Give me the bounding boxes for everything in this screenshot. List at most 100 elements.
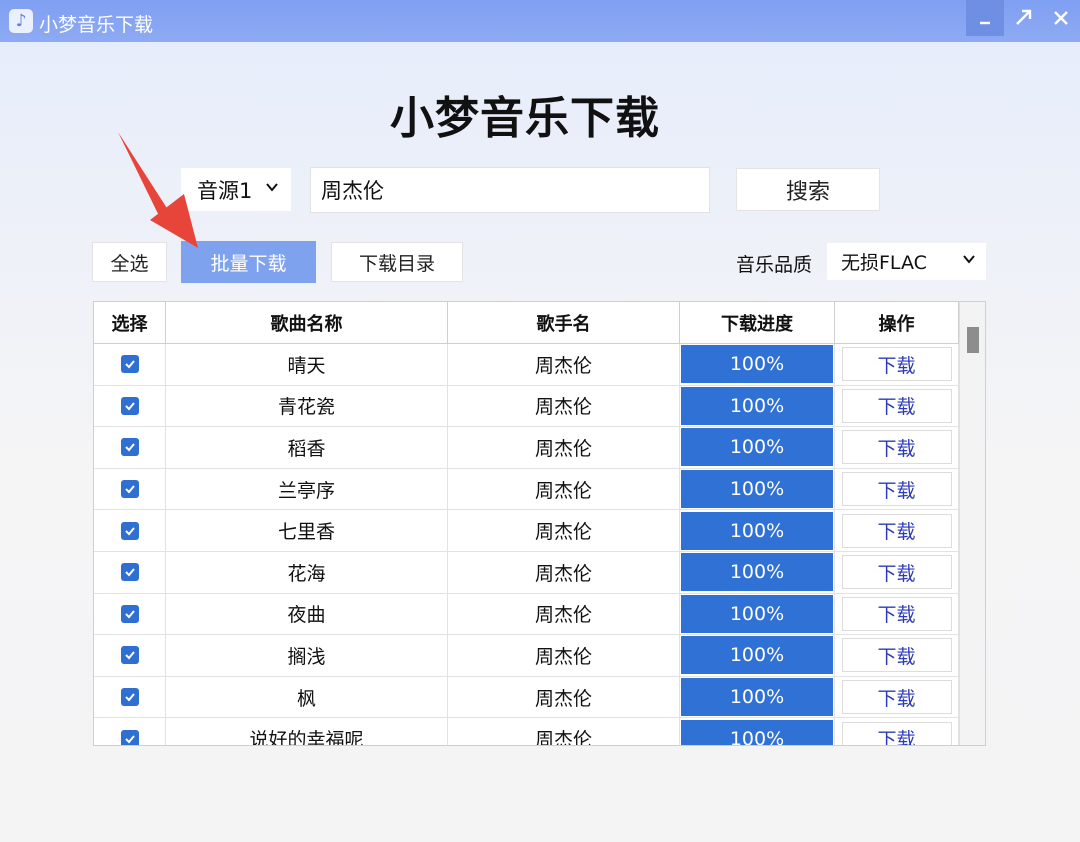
progress-cell: 100% <box>680 635 835 676</box>
row-select-cell <box>94 385 166 427</box>
action-cell: 下载 <box>835 676 959 718</box>
artist-name-cell: 周杰伦 <box>448 635 680 676</box>
row-select-cell <box>94 551 166 593</box>
maximize-icon[interactable] <box>1004 0 1042 36</box>
progress-cell: 100% <box>680 468 835 510</box>
row-checkbox[interactable] <box>120 438 139 457</box>
song-name-cell: 七里香 <box>166 510 448 551</box>
column-header-artist: 歌手名 <box>448 302 680 343</box>
table-row: 晴天 周杰伦 100% 下载 <box>94 344 959 386</box>
search-input[interactable] <box>310 167 710 213</box>
artist-name-cell: 周杰伦 <box>448 468 680 510</box>
table-header: 选择 歌曲名称 歌手名 下载进度 操作 <box>94 302 959 344</box>
download-button[interactable]: 下载 <box>841 721 952 745</box>
action-cell: 下载 <box>835 468 959 510</box>
progress-bar: 100% <box>681 678 833 717</box>
close-icon[interactable] <box>1042 0 1080 36</box>
download-button[interactable]: 下载 <box>841 472 952 507</box>
quality-label: 音乐品质 <box>736 254 813 276</box>
download-button[interactable]: 下载 <box>841 347 952 382</box>
action-cell: 下载 <box>835 718 959 745</box>
column-header-select: 选择 <box>94 302 166 343</box>
action-cell: 下载 <box>835 385 959 427</box>
scrollbar-thumb[interactable] <box>967 327 979 353</box>
progress-bar: 100% <box>681 470 833 509</box>
table-row: 搁浅 周杰伦 100% 下载 <box>94 635 959 677</box>
progress-bar: 100% <box>681 553 833 592</box>
progress-bar: 100% <box>681 428 833 467</box>
title-bar: ♪ 小梦音乐下载 <box>0 0 1080 42</box>
song-name-cell: 花海 <box>166 551 448 593</box>
song-name-cell: 晴天 <box>166 344 448 385</box>
song-name-cell: 搁浅 <box>166 635 448 676</box>
song-name-cell: 青花瓷 <box>166 385 448 427</box>
artist-name-cell: 周杰伦 <box>448 427 680 468</box>
download-button[interactable]: 下载 <box>841 513 952 548</box>
progress-cell: 100% <box>680 510 835 551</box>
artist-name-cell: 周杰伦 <box>448 593 680 635</box>
action-cell: 下载 <box>835 510 959 551</box>
artist-name-cell: 周杰伦 <box>448 718 680 745</box>
row-select-cell <box>94 635 166 676</box>
table-row: 七里香 周杰伦 100% 下载 <box>94 510 959 552</box>
progress-cell: 100% <box>680 718 835 745</box>
download-button[interactable]: 下载 <box>841 430 952 465</box>
artist-name-cell: 周杰伦 <box>448 676 680 718</box>
search-button[interactable]: 搜索 <box>736 168 880 211</box>
song-name-cell: 夜曲 <box>166 593 448 635</box>
artist-name-cell: 周杰伦 <box>448 385 680 427</box>
action-cell: 下载 <box>835 344 959 385</box>
row-checkbox[interactable] <box>120 729 139 745</box>
artist-name-cell: 周杰伦 <box>448 344 680 385</box>
row-checkbox[interactable] <box>120 521 139 540</box>
row-select-cell <box>94 344 166 385</box>
quality-select[interactable]: 无损FLAC <box>827 243 986 280</box>
song-table: 选择 歌曲名称 歌手名 下载进度 操作 晴天 周杰伦 100% 下载 青花瓷 周杰伦 100… <box>93 301 986 746</box>
download-button[interactable]: 下载 <box>841 638 952 673</box>
song-name-cell: 兰亭序 <box>166 468 448 510</box>
progress-bar: 100% <box>681 345 833 384</box>
minimize-icon[interactable] <box>966 0 1004 36</box>
table-scrollbar[interactable] <box>959 302 985 745</box>
column-header-action: 操作 <box>835 302 959 343</box>
action-cell: 下载 <box>835 551 959 593</box>
download-directory-button[interactable]: 下载目录 <box>331 242 463 282</box>
progress-cell: 100% <box>680 427 835 468</box>
quality-select-value: 无损FLAC <box>841 252 927 274</box>
row-select-cell <box>94 468 166 510</box>
row-checkbox[interactable] <box>120 646 139 665</box>
row-checkbox[interactable] <box>120 563 139 582</box>
window-title: 小梦音乐下载 <box>39 14 154 36</box>
row-checkbox[interactable] <box>120 355 139 374</box>
row-checkbox[interactable] <box>120 396 139 415</box>
artist-name-cell: 周杰伦 <box>448 551 680 593</box>
download-button[interactable]: 下载 <box>841 680 952 715</box>
chevron-down-icon <box>962 251 976 270</box>
row-checkbox[interactable] <box>120 604 139 623</box>
download-button[interactable]: 下载 <box>841 388 952 423</box>
progress-cell: 100% <box>680 385 835 427</box>
row-checkbox[interactable] <box>120 480 139 499</box>
table-row: 说好的幸福呢 周杰伦 100% 下载 <box>94 718 959 745</box>
progress-bar: 100% <box>681 594 833 633</box>
progress-cell: 100% <box>680 676 835 718</box>
action-cell: 下载 <box>835 635 959 676</box>
action-cell: 下载 <box>835 593 959 635</box>
download-button[interactable]: 下载 <box>841 596 952 631</box>
row-select-cell <box>94 510 166 551</box>
progress-cell: 100% <box>680 344 835 385</box>
column-header-song: 歌曲名称 <box>166 302 448 343</box>
row-select-cell <box>94 676 166 718</box>
table-body: 晴天 周杰伦 100% 下载 青花瓷 周杰伦 100% 下载 稻香 周杰伦 100% 下载 兰亭序 周杰伦… <box>94 344 959 745</box>
download-button[interactable]: 下载 <box>841 555 952 590</box>
row-select-cell <box>94 427 166 468</box>
row-select-cell <box>94 593 166 635</box>
progress-bar: 100% <box>681 636 833 675</box>
song-name-cell: 稻香 <box>166 427 448 468</box>
table-row: 枫周杰伦 100% 下载 <box>94 676 959 719</box>
progress-bar: 100% <box>681 511 833 550</box>
table-row: 花海 周杰伦 100% 下载 <box>94 551 959 594</box>
row-checkbox[interactable] <box>120 688 139 707</box>
table-row: 青花瓷 周杰伦 100% 下载 <box>94 385 959 428</box>
song-name-cell: 枫 <box>166 676 448 718</box>
